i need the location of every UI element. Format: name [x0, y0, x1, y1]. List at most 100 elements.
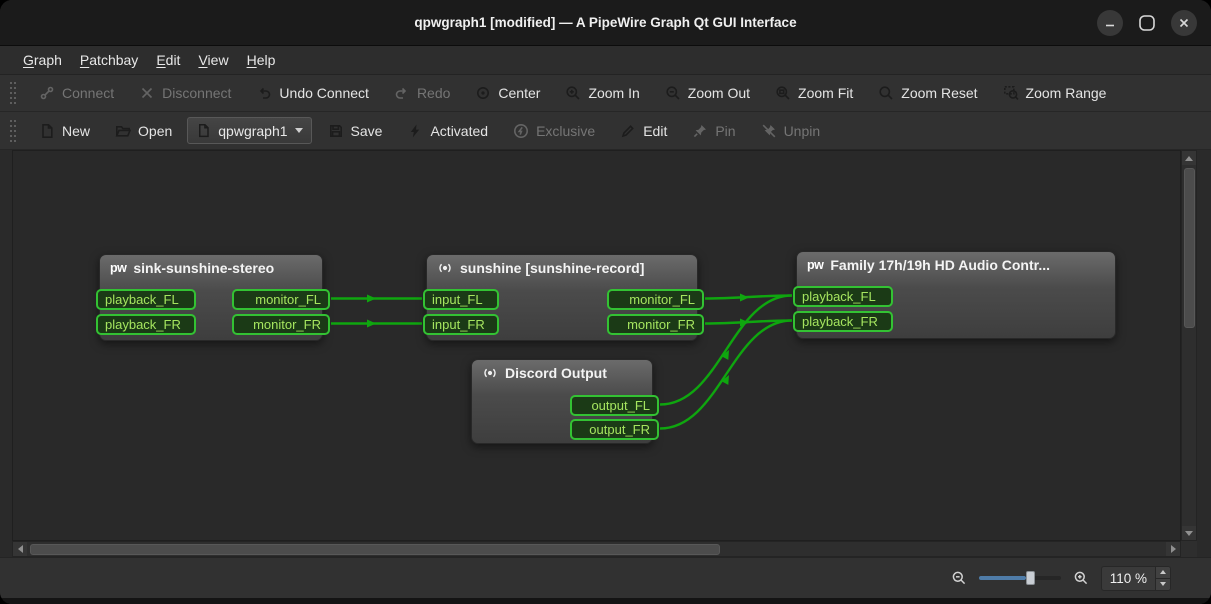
patchbay-profile-combobox[interactable]: qpwgraph1	[187, 117, 311, 144]
toolbar-handle[interactable]	[10, 82, 17, 104]
exclusive-icon	[512, 122, 530, 140]
port-output_FR[interactable]: output_FR	[570, 419, 659, 440]
zoom-in-mini-button[interactable]	[1073, 570, 1089, 586]
save-button[interactable]: Save	[318, 117, 392, 145]
port-monitor_FR[interactable]: monitor_FR	[232, 314, 330, 335]
center-button[interactable]: Center	[465, 79, 549, 107]
node-discord-output[interactable]: Discord Output output_FL output_FR	[471, 359, 653, 444]
pin-button[interactable]: Pin	[682, 117, 744, 145]
edit-button[interactable]: Edit	[610, 117, 676, 145]
menu-help[interactable]: Help	[238, 48, 285, 72]
zoom-in-button[interactable]: Zoom In	[555, 79, 648, 107]
edit-label: Edit	[643, 123, 667, 139]
connection-arrow	[367, 295, 376, 303]
zoom-reset-icon	[877, 84, 895, 102]
menu-view[interactable]: View	[189, 48, 237, 72]
node-title-text: Family 17h/19h HD Audio Contr...	[830, 257, 1050, 273]
port-output_FL[interactable]: output_FL	[570, 395, 659, 416]
center-icon	[474, 84, 492, 102]
zoom-range-button[interactable]: Zoom Range	[993, 79, 1116, 107]
record-icon	[482, 365, 498, 381]
vertical-scroll-thumb[interactable]	[1184, 168, 1195, 328]
zoom-out-label: Zoom Out	[688, 85, 750, 101]
undo-connect-button[interactable]: Undo Connect	[246, 79, 378, 107]
save-icon	[327, 122, 345, 140]
connect-label: Connect	[62, 85, 114, 101]
zoom-out-mini-button[interactable]	[951, 570, 967, 586]
spin-up-button[interactable]	[1156, 567, 1170, 578]
node-header: pw Family 17h/19h HD Audio Contr...	[797, 252, 1115, 273]
close-button[interactable]	[1171, 10, 1197, 36]
graph-toolbar: Connect Disconnect Undo Connect Redo Cen…	[0, 75, 1211, 112]
spin-buttons	[1155, 567, 1170, 590]
zoom-out-button[interactable]: Zoom Out	[655, 79, 759, 107]
connection-arrow	[740, 319, 749, 327]
open-folder-icon	[114, 122, 132, 140]
menu-patchbay[interactable]: Patchbay	[71, 48, 147, 72]
node-title-text: sink-sunshine-stereo	[133, 260, 274, 276]
menu-edit[interactable]: Edit	[147, 48, 189, 72]
maximize-button[interactable]	[1134, 10, 1160, 36]
window-title: qpwgraph1 [modified] — A PipeWire Graph …	[414, 15, 796, 30]
port-playback_FR[interactable]: playback_FR	[793, 311, 893, 332]
disconnect-button[interactable]: Disconnect	[129, 79, 240, 107]
scroll-left-button[interactable]	[13, 542, 27, 556]
undo-connect-label: Undo Connect	[279, 85, 369, 101]
node-family-hd-audio[interactable]: pw Family 17h/19h HD Audio Contr... play…	[796, 251, 1116, 339]
pin-icon	[691, 122, 709, 140]
port-monitor_FL[interactable]: monitor_FL	[607, 289, 704, 310]
connection-edge[interactable]	[705, 296, 792, 299]
connections-layer	[13, 151, 1181, 541]
open-button[interactable]: Open	[105, 117, 181, 145]
node-header: sunshine [sunshine-record]	[427, 255, 697, 276]
scroll-down-button[interactable]	[1182, 526, 1196, 540]
connection-edge[interactable]	[705, 321, 792, 324]
port-playback_FR[interactable]: playback_FR	[96, 314, 196, 335]
horizontal-scrollbar[interactable]	[12, 541, 1181, 557]
node-header: pw sink-sunshine-stereo	[100, 255, 322, 276]
patchbay-file-icon	[196, 123, 211, 138]
port-playback_FL[interactable]: playback_FL	[793, 286, 893, 307]
application-window: qpwgraph1 [modified] — A PipeWire Graph …	[0, 0, 1211, 604]
scroll-up-button[interactable]	[1182, 151, 1196, 165]
menu-graph[interactable]: Graph	[14, 48, 71, 72]
node-sink-sunshine-stereo[interactable]: pw sink-sunshine-stereo playback_FL play…	[99, 254, 323, 341]
titlebar[interactable]: qpwgraph1 [modified] — A PipeWire Graph …	[0, 0, 1211, 46]
center-label: Center	[498, 85, 540, 101]
zoom-slider-thumb[interactable]	[1026, 571, 1035, 585]
vertical-scrollbar[interactable]	[1181, 150, 1197, 541]
save-label: Save	[351, 123, 383, 139]
port-input_FR[interactable]: input_FR	[423, 314, 499, 335]
minimize-button[interactable]	[1097, 10, 1123, 36]
node-header: Discord Output	[472, 360, 652, 381]
zoom-slider[interactable]	[979, 570, 1061, 586]
redo-button[interactable]: Redo	[384, 79, 459, 107]
zoom-value: 110 %	[1102, 567, 1155, 590]
zoom-fit-button[interactable]: Zoom Fit	[765, 79, 862, 107]
activated-button[interactable]: Activated	[397, 117, 497, 145]
port-monitor_FL[interactable]: monitor_FL	[232, 289, 330, 310]
arrow-down-icon	[1185, 531, 1193, 536]
zoom-range-label: Zoom Range	[1026, 85, 1107, 101]
port-input_FL[interactable]: input_FL	[423, 289, 499, 310]
port-playback_FL[interactable]: playback_FL	[96, 289, 196, 310]
pin-label: Pin	[715, 123, 735, 139]
zoom-spinbox[interactable]: 110 %	[1101, 566, 1171, 591]
unpin-button[interactable]: Unpin	[751, 117, 830, 145]
zoom-reset-button[interactable]: Zoom Reset	[868, 79, 986, 107]
arrow-up-icon	[1160, 570, 1166, 574]
pipewire-icon: pw	[807, 258, 823, 272]
port-monitor_FR[interactable]: monitor_FR	[607, 314, 704, 335]
disconnect-label: Disconnect	[162, 85, 231, 101]
toolbar-handle[interactable]	[10, 120, 17, 142]
exclusive-button[interactable]: Exclusive	[503, 117, 604, 145]
node-sunshine[interactable]: sunshine [sunshine-record] input_FL inpu…	[426, 254, 698, 341]
horizontal-scroll-thumb[interactable]	[30, 544, 720, 555]
graph-canvas[interactable]: pw sink-sunshine-stereo playback_FL play…	[12, 150, 1181, 541]
scroll-right-button[interactable]	[1166, 542, 1180, 556]
spin-down-button[interactable]	[1156, 578, 1170, 590]
patchbay-profile-value: qpwgraph1	[218, 123, 287, 139]
connect-button[interactable]: Connect	[29, 79, 123, 107]
new-button[interactable]: New	[29, 117, 99, 145]
node-title-text: Discord Output	[505, 365, 607, 381]
